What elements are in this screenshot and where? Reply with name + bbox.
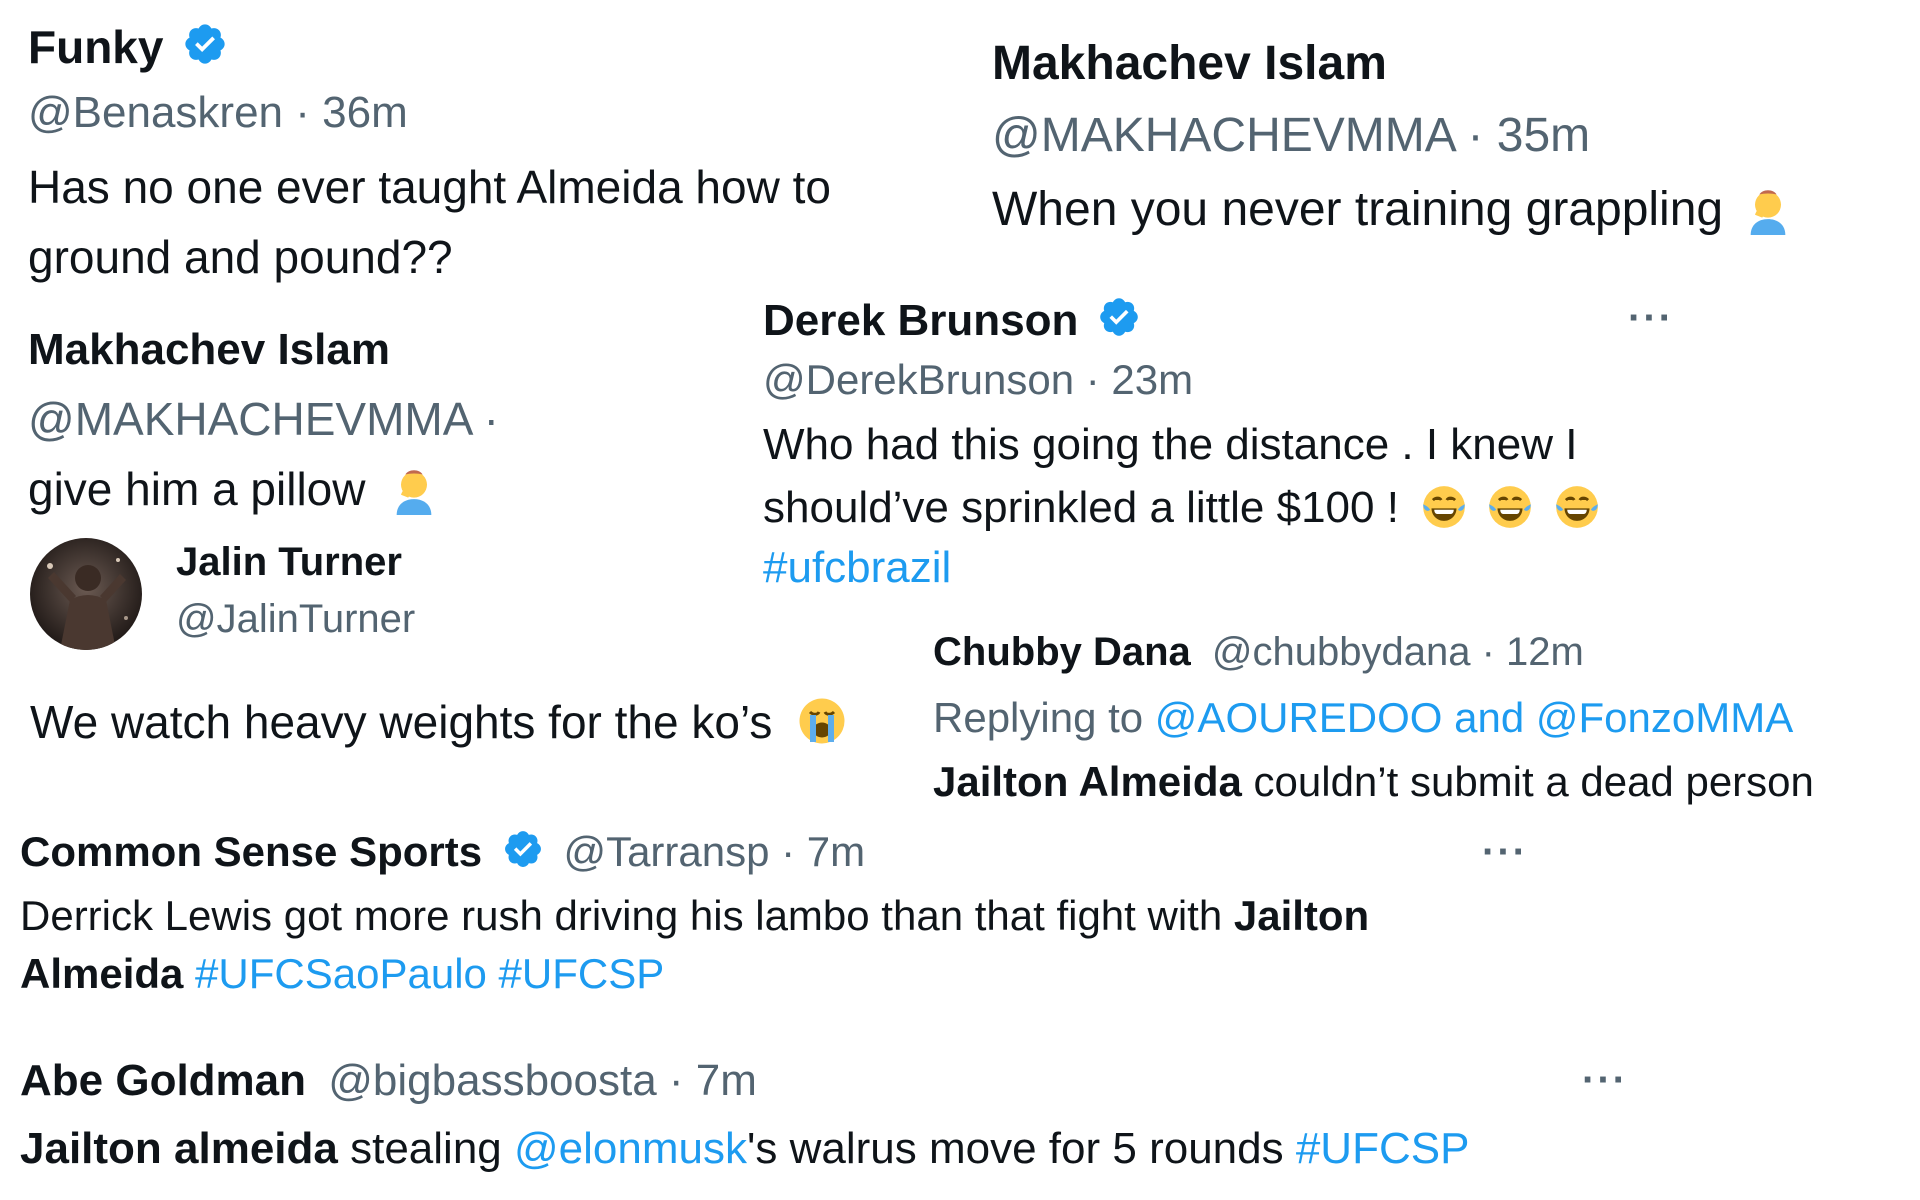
handle[interactable]: @MAKHACHEVMMA · <box>28 392 499 446</box>
tears-of-joy-emoji-icon <box>1489 486 1532 528</box>
author-name[interactable]: Chubby Dana <box>933 630 1191 674</box>
tweet-header: Chubby Dana @chubbydana · 12m <box>933 630 1584 675</box>
facepalm-emoji-icon <box>1751 190 1786 235</box>
avatar[interactable] <box>30 538 142 650</box>
tweet-text-end: 's walrus move for 5 rounds <box>746 1124 1296 1173</box>
replying-to: Replying to @AOUREDOO and @FonzoMMA <box>933 694 1793 742</box>
handle-time[interactable]: @chubbydana · 12m <box>1212 630 1584 674</box>
handle-time[interactable]: @DerekBrunson · 23m <box>763 356 1193 404</box>
author-name-text[interactable]: Derek Brunson <box>763 296 1078 345</box>
tweet-text-content: should’ve sprinkled a little $100 ! <box>763 483 1399 532</box>
more-options-icon[interactable]: ··· <box>1628 296 1674 341</box>
replying-prefix: Replying to <box>933 694 1155 741</box>
author-name[interactable]: Abe Goldman <box>20 1056 306 1105</box>
handle-time[interactable]: @Benaskren · 36m <box>28 88 408 138</box>
tweet-text-line1: Has no one ever taught Almeida how to <box>28 161 831 213</box>
handle[interactable]: @JalinTurner <box>176 597 415 642</box>
verified-badge-icon <box>1099 298 1138 336</box>
verified-badge-icon <box>185 24 225 64</box>
tweet-text-bold: Almeida <box>20 950 184 997</box>
more-options-icon[interactable]: ··· <box>1582 1058 1628 1103</box>
tweet-text-line2: Almeida #UFCSaoPaulo #UFCSP <box>20 950 664 998</box>
tweet-text: give him a pillow <box>28 462 440 516</box>
tweet-text-bold: Jailton Almeida <box>933 758 1242 805</box>
handle-time[interactable]: @MAKHACHEVMMA · 35m <box>992 108 1590 163</box>
author-name[interactable]: Makhachev Islam <box>992 36 1387 91</box>
more-options-icon[interactable]: ··· <box>1482 830 1528 875</box>
author-name[interactable]: Common Sense Sports <box>20 828 482 875</box>
hashtag-link[interactable]: #UFCSP <box>1296 1124 1470 1173</box>
facepalm-emoji-icon <box>396 470 432 515</box>
loudly-crying-emoji-icon <box>799 698 845 744</box>
author-name[interactable]: Makhachev Islam <box>28 325 390 375</box>
tweet-text-rest: couldn’t submit a dead person <box>1241 758 1814 805</box>
hashtag-link[interactable]: #ufcbrazil <box>763 543 951 593</box>
tweet-header: Common Sense Sports @Tarransp · 7m <box>20 828 865 876</box>
tweet-text-line2: ground and pound?? <box>28 231 453 283</box>
tweet-text-mid: stealing <box>337 1124 514 1173</box>
tweet-text: When you never training grappling <box>992 182 1794 237</box>
tweet-text-bold: Jailton <box>1233 892 1370 939</box>
tweet-text-content: Derrick Lewis got more rush driving his … <box>20 892 1234 939</box>
tweet-header: Abe Goldman @bigbassboosta · 7m <box>20 1056 757 1106</box>
author-name-text[interactable]: Funky <box>28 21 163 73</box>
mention-link[interactable]: @elonmusk <box>514 1124 747 1173</box>
tweet-text-content: We watch heavy weights for the ko’s <box>30 696 773 748</box>
tweet-text-content: give him a pillow <box>28 463 366 515</box>
tweet-text: We watch heavy weights for the ko’s <box>30 694 851 749</box>
tweet-text-content: When you never training grappling <box>992 183 1724 236</box>
tweet-text-bold: Jailton almeida <box>20 1124 338 1173</box>
tweet-text: Jailton almeida stealing @elonmusk's wal… <box>20 1124 1469 1174</box>
handle-time[interactable]: @Tarransp · 7m <box>563 828 865 875</box>
tweet-text: Jailton Almeida couldn’t submit a dead p… <box>933 758 1814 806</box>
tweet-text-line2: should’ve sprinkled a little $100 ! <box>763 482 1604 533</box>
author-name[interactable]: Jalin Turner <box>176 540 402 585</box>
avatar-photo <box>30 538 142 650</box>
tweet-text-line1: Derrick Lewis got more rush driving his … <box>20 892 1369 940</box>
reply-mentions-link[interactable]: @AOUREDOO and @FonzoMMA <box>1155 694 1793 741</box>
tears-of-joy-emoji-icon <box>1423 486 1466 528</box>
tears-of-joy-emoji-icon <box>1555 486 1598 528</box>
author-name[interactable]: Funky <box>28 20 228 74</box>
handle-time[interactable]: @bigbassboosta · 7m <box>328 1056 757 1105</box>
hashtag-links[interactable]: #UFCSaoPaulo #UFCSP <box>183 950 664 997</box>
verified-badge-icon <box>504 831 541 867</box>
tweet-text-line1: Who had this going the distance . I knew… <box>763 420 1578 469</box>
author-name[interactable]: Derek Brunson <box>763 295 1141 346</box>
